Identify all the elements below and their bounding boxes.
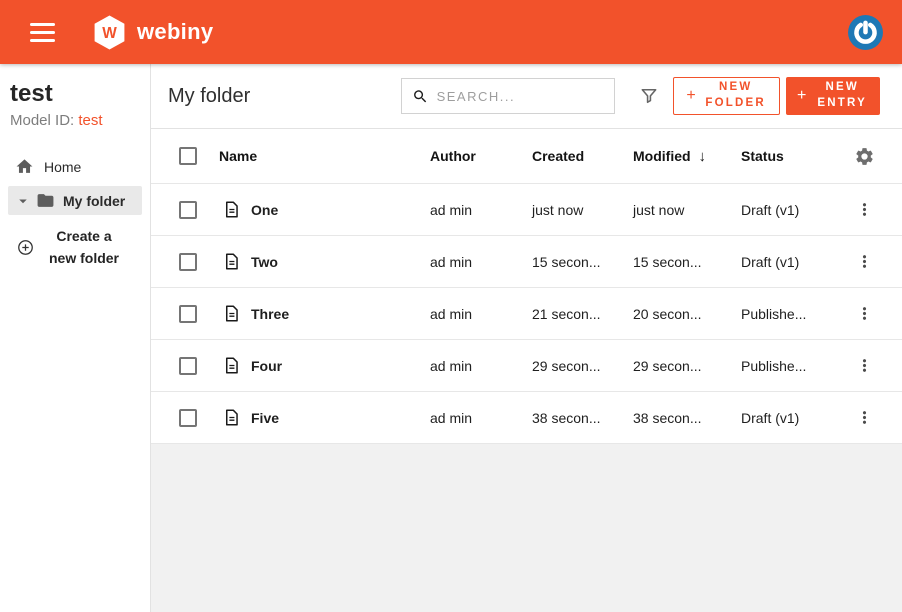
plus-icon: +	[686, 88, 695, 104]
sidebar-item-my-folder[interactable]: My folder	[8, 186, 142, 215]
entry-status: Publishe...	[732, 306, 836, 322]
row-checkbox[interactable]	[179, 305, 197, 323]
entry-name[interactable]: One	[251, 202, 278, 218]
svg-text:W: W	[102, 25, 117, 42]
table-row[interactable]: Three ad min 21 secon... 20 secon... Pub…	[151, 288, 902, 340]
entry-status: Draft (v1)	[732, 254, 836, 270]
create-folder-button[interactable]: Create a new folder	[0, 225, 127, 269]
webiny-logo: W webiny	[91, 14, 213, 51]
column-header-author[interactable]: Author	[421, 148, 523, 164]
select-all-checkbox[interactable]	[179, 147, 197, 165]
column-header-status[interactable]: Status	[732, 148, 836, 164]
model-id-label: Model ID:	[10, 112, 74, 129]
create-folder-label: Create a new folder	[41, 225, 127, 269]
page-title: My folder	[168, 85, 250, 108]
column-header-created[interactable]: Created	[523, 148, 624, 164]
entry-status: Draft (v1)	[732, 410, 836, 426]
row-menu-button[interactable]	[853, 354, 876, 377]
kebab-menu-icon	[855, 200, 874, 219]
kebab-menu-icon	[855, 408, 874, 427]
sidebar: test Model ID: test Home My folder Crea	[0, 64, 150, 612]
filter-icon	[639, 86, 659, 106]
plus-circle-icon	[17, 239, 34, 256]
kebab-menu-icon	[855, 252, 874, 271]
table-settings-button[interactable]	[852, 144, 877, 169]
table-row[interactable]: Two ad min 15 secon... 15 secon... Draft…	[151, 236, 902, 288]
file-icon	[222, 252, 241, 271]
row-checkbox[interactable]	[179, 253, 197, 271]
file-icon	[222, 200, 241, 219]
gear-icon	[854, 146, 875, 167]
kebab-menu-icon	[855, 356, 874, 375]
entry-author: ad min	[421, 306, 523, 322]
row-menu-button[interactable]	[853, 406, 876, 429]
entries-table: Name Author Created Modified ↓ Status	[151, 129, 902, 444]
sidebar-item-label: Home	[44, 159, 81, 175]
row-menu-button[interactable]	[853, 198, 876, 221]
row-menu-button[interactable]	[853, 250, 876, 273]
entry-name[interactable]: Four	[251, 358, 282, 374]
entry-status: Draft (v1)	[732, 202, 836, 218]
main-content: My folder + NEW FOLDER + NEW ENTRY Name …	[150, 64, 902, 612]
entry-created: 21 secon...	[523, 306, 624, 322]
folder-tree: Home My folder Create a new folder	[0, 151, 150, 269]
user-avatar[interactable]	[847, 14, 884, 51]
entry-modified: 29 secon...	[624, 358, 732, 374]
entry-author: ad min	[421, 254, 523, 270]
plus-icon: +	[797, 88, 806, 104]
file-icon	[222, 408, 241, 427]
folder-icon	[36, 191, 55, 210]
home-icon	[15, 157, 34, 176]
row-checkbox[interactable]	[179, 409, 197, 427]
toolbar: My folder + NEW FOLDER + NEW ENTRY	[151, 64, 902, 129]
search-box[interactable]	[401, 78, 615, 114]
kebab-menu-icon	[855, 304, 874, 323]
new-entry-button[interactable]: + NEW ENTRY	[786, 77, 880, 115]
entry-author: ad min	[421, 202, 523, 218]
entry-name[interactable]: Two	[251, 254, 278, 270]
file-icon	[222, 304, 241, 323]
entry-modified: just now	[624, 202, 732, 218]
entry-name[interactable]: Three	[251, 306, 289, 322]
chevron-down-icon[interactable]	[14, 192, 32, 210]
model-id: Model ID: test	[10, 112, 150, 129]
entry-created: just now	[523, 202, 624, 218]
table-header-row: Name Author Created Modified ↓ Status	[151, 129, 902, 184]
row-menu-button[interactable]	[853, 302, 876, 325]
entry-name[interactable]: Five	[251, 410, 279, 426]
brand-wordmark: webiny	[137, 19, 213, 45]
entry-author: ad min	[421, 410, 523, 426]
avatar-icon	[847, 14, 884, 51]
sidebar-item-label: My folder	[63, 193, 125, 209]
hamburger-icon	[30, 23, 55, 26]
hamburger-menu-button[interactable]	[24, 17, 61, 48]
new-folder-button[interactable]: + NEW FOLDER	[673, 77, 780, 115]
entry-created: 29 secon...	[523, 358, 624, 374]
entry-modified: 15 secon...	[624, 254, 732, 270]
model-title: test	[10, 80, 150, 108]
app-header: W webiny	[0, 0, 902, 64]
entry-status: Publishe...	[732, 358, 836, 374]
column-header-name[interactable]: Name	[211, 148, 421, 164]
search-icon	[412, 87, 429, 106]
column-header-modified[interactable]: Modified ↓	[624, 148, 732, 165]
webiny-hexagon-icon: W	[91, 14, 128, 51]
row-checkbox[interactable]	[179, 357, 197, 375]
entry-modified: 20 secon...	[624, 306, 732, 322]
entry-created: 15 secon...	[523, 254, 624, 270]
filter-button[interactable]	[639, 86, 659, 106]
sidebar-item-home[interactable]: Home	[0, 151, 150, 182]
model-id-value: test	[78, 112, 102, 129]
entry-modified: 38 secon...	[624, 410, 732, 426]
entry-author: ad min	[421, 358, 523, 374]
table-row[interactable]: Four ad min 29 secon... 29 secon... Publ…	[151, 340, 902, 392]
file-icon	[222, 356, 241, 375]
sort-desc-icon: ↓	[699, 148, 707, 165]
table-row[interactable]: One ad min just now just now Draft (v1)	[151, 184, 902, 236]
entry-created: 38 secon...	[523, 410, 624, 426]
row-checkbox[interactable]	[179, 201, 197, 219]
table-row[interactable]: Five ad min 38 secon... 38 secon... Draf…	[151, 392, 902, 444]
table-body: One ad min just now just now Draft (v1) …	[151, 184, 902, 444]
search-input[interactable]	[437, 89, 606, 104]
